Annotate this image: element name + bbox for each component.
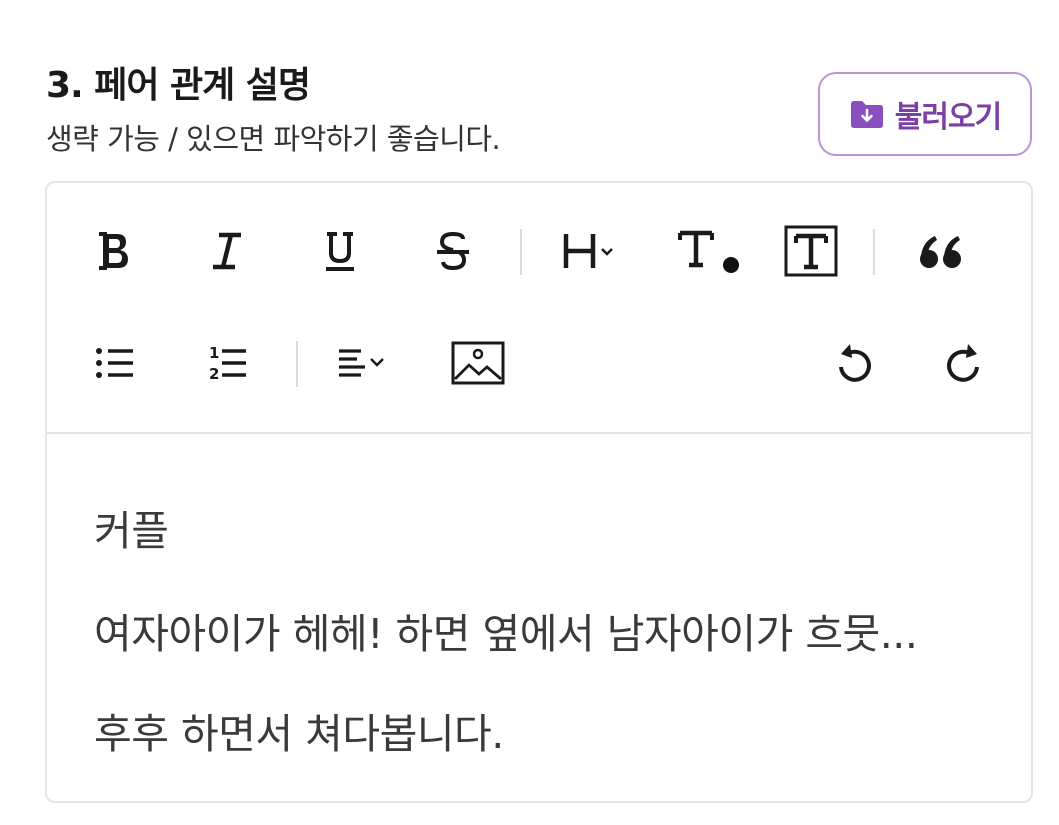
section-subtitle: 생략 가능 / 있으면 파악하기 좋습니다. <box>46 122 501 156</box>
folder-download-icon <box>849 98 885 130</box>
content-line: 여자아이가 헤헤! 하면 옆에서 남자아이가 흐뭇... <box>94 610 918 658</box>
editor-content[interactable]: 커플 여자아이가 헤헤! 하면 옆에서 남자아이가 흐뭇... 후후 하면서 쳐… <box>94 481 994 784</box>
text-color-icon <box>678 230 739 273</box>
bold-icon <box>99 232 128 270</box>
quote-icon <box>920 236 961 268</box>
strikethrough-icon <box>437 231 469 271</box>
rich-text-editor: 1 2 커플 여자아이가 헤헤! 하면 옆에서 남자아이가 흐뭇... 후후 하… <box>45 181 1033 803</box>
content-line: 후후 하면서 쳐다봅니다. <box>94 710 504 758</box>
bold-button[interactable] <box>85 221 145 281</box>
bulleted-list-button[interactable] <box>85 333 145 393</box>
toolbar-separator <box>520 229 522 275</box>
section-title: 3. 페어 관계 설명 <box>46 65 311 106</box>
italic-icon <box>213 232 241 270</box>
insert-image-button[interactable] <box>448 333 508 393</box>
numbered-list-icon: 1 2 <box>209 344 246 383</box>
toolbar-divider <box>47 432 1031 434</box>
image-icon <box>451 341 505 385</box>
redo-icon <box>947 344 979 382</box>
align-dropdown[interactable] <box>331 333 401 393</box>
heading-icon <box>563 234 613 268</box>
undo-icon <box>839 344 871 382</box>
text-background-icon <box>784 225 838 277</box>
toolbar-separator <box>296 341 298 387</box>
strikethrough-button[interactable] <box>423 221 483 281</box>
text-color-button[interactable] <box>673 221 743 281</box>
load-button-label: 불러오기 <box>894 100 1002 135</box>
bulleted-list-icon <box>96 348 133 378</box>
undo-button[interactable] <box>823 333 883 393</box>
italic-button[interactable] <box>197 221 257 281</box>
text-background-button[interactable] <box>781 221 841 281</box>
quote-button[interactable] <box>911 221 971 281</box>
underline-button[interactable] <box>310 221 370 281</box>
toolbar-separator <box>873 229 875 275</box>
content-line: 커플 <box>94 507 169 555</box>
load-button[interactable]: 불러오기 <box>818 72 1032 156</box>
numbered-list-button[interactable]: 1 2 <box>198 333 258 393</box>
underline-icon <box>326 232 354 271</box>
numbered-list-one: 1 <box>209 344 219 362</box>
heading-dropdown[interactable] <box>557 221 627 281</box>
align-icon <box>339 349 384 377</box>
numbered-list-two: 2 <box>209 365 219 383</box>
redo-button[interactable] <box>935 333 995 393</box>
